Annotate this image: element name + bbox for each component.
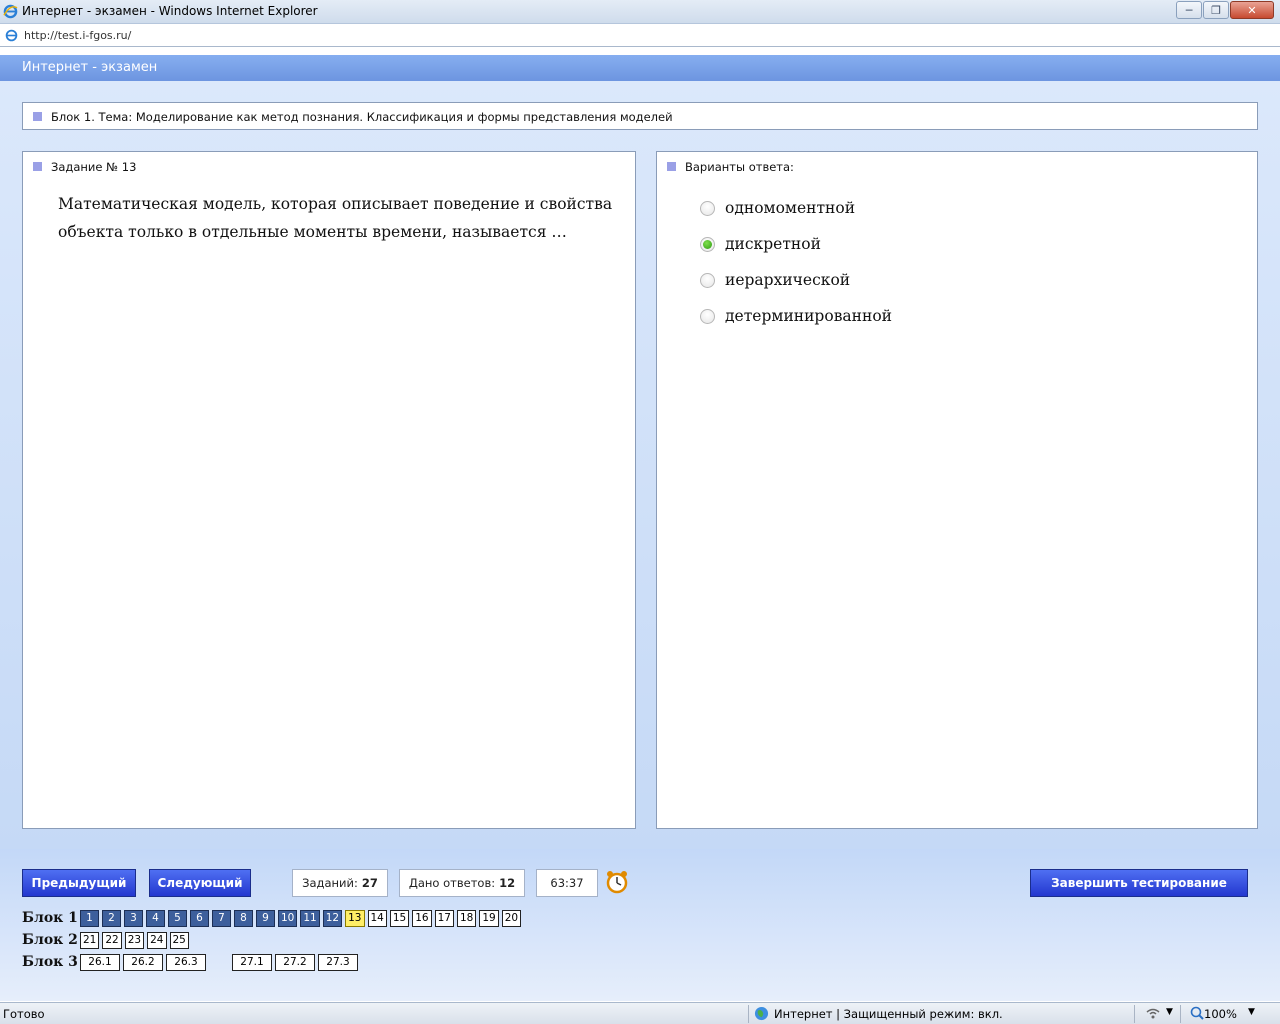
navigator-block-1: Блок 1 1 2 3 4 5 6 7 8 9 10 11 12 13 14 … — [22, 909, 524, 927]
task-cell[interactable]: 21 — [80, 931, 100, 949]
task-cell-current[interactable]: 13 — [345, 909, 365, 927]
block-header: Блок 1. Тема: Моделирование как метод по… — [22, 102, 1258, 130]
next-button[interactable]: Следующий — [149, 869, 251, 897]
question-text: Математическая модель, которая описывает… — [58, 195, 613, 241]
task-cell[interactable]: 26.2 — [123, 953, 163, 971]
bullet-icon — [667, 162, 676, 171]
restore-icon: ❐ — [1211, 3, 1221, 17]
answer-options: одномоментной дискретной иерархической д… — [700, 190, 892, 334]
answered-counter: Дано ответов: 12 — [399, 869, 525, 897]
close-icon: ✕ — [1247, 3, 1257, 17]
task-cell[interactable]: 10 — [278, 909, 298, 927]
answers-panel: Варианты ответа: одномоментной дискретно… — [656, 151, 1258, 829]
tasks-counter-value: 27 — [361, 876, 378, 890]
task-label: Задание № 13 — [51, 160, 137, 174]
chevron-down-icon[interactable]: ▼ — [1166, 1007, 1173, 1017]
task-cell[interactable]: 25 — [169, 931, 189, 949]
task-cell[interactable]: 27.2 — [275, 953, 315, 971]
task-cell[interactable]: 2 — [102, 909, 121, 927]
block-title: Блок 1. Тема: Моделирование как метод по… — [51, 110, 673, 124]
timer: 63:37 — [536, 869, 598, 897]
answer-option[interactable]: дискретной — [700, 226, 892, 262]
task-cell[interactable]: 18 — [457, 909, 477, 927]
task-cell[interactable]: 26.1 — [80, 953, 120, 971]
task-cell[interactable]: 22 — [102, 931, 122, 949]
task-cell[interactable]: 4 — [146, 909, 165, 927]
internet-explorer-icon — [3, 4, 18, 19]
globe-icon — [754, 1006, 769, 1021]
task-cell[interactable]: 3 — [124, 909, 143, 927]
task-cell[interactable]: 27.1 — [232, 953, 272, 971]
status-bar: Готово Интернет | Защищенный режим: вкл.… — [0, 1002, 1280, 1024]
radio-button[interactable] — [700, 308, 715, 324]
status-text: Готово — [3, 1007, 45, 1021]
tasks-counter: Заданий: 27 — [292, 869, 388, 897]
tasks-counter-label: Заданий: — [302, 876, 358, 890]
task-cell[interactable]: 7 — [212, 909, 231, 927]
zoom-level[interactable]: 100% — [1204, 1007, 1237, 1021]
navigator-block-2: Блок 2 21 22 23 24 25 — [22, 931, 192, 949]
status-divider — [1134, 1005, 1135, 1023]
status-divider — [1180, 1005, 1181, 1023]
block-label: Блок 1 — [22, 910, 78, 926]
page-header: Интернет - экзамен — [0, 55, 1280, 81]
window-controls: ─ ❐ ✕ — [1176, 1, 1274, 19]
window-titlebar: Интернет - экзамен - Windows Internet Ex… — [0, 0, 1280, 24]
previous-button[interactable]: Предыдущий — [22, 869, 136, 897]
answer-option-label[interactable]: иерархической — [725, 271, 850, 289]
task-cell[interactable]: 11 — [300, 909, 320, 927]
answered-counter-label: Дано ответов: — [408, 876, 496, 890]
minimize-button[interactable]: ─ — [1176, 1, 1202, 19]
protected-mode-icon[interactable] — [1144, 1006, 1162, 1021]
task-cell[interactable]: 24 — [147, 931, 167, 949]
task-panel: Задание № 13 Математическая модель, кото… — [22, 151, 636, 829]
window-title: Интернет - экзамен - Windows Internet Ex… — [22, 4, 318, 18]
answers-label: Варианты ответа: — [685, 160, 794, 174]
task-cell[interactable]: 26.3 — [166, 953, 206, 971]
page-title: Интернет - экзамен — [22, 60, 158, 75]
radio-button[interactable] — [700, 272, 715, 288]
navigator-block-3: Блок 3 26.1 26.2 26.3 27.1 27.2 27.3 — [22, 953, 361, 971]
task-cell[interactable]: 8 — [234, 909, 253, 927]
task-cell[interactable]: 20 — [501, 909, 522, 927]
task-cell[interactable]: 12 — [322, 909, 343, 927]
bullet-icon — [33, 112, 42, 121]
bullet-icon — [33, 162, 42, 171]
security-zone[interactable]: Интернет | Защищенный режим: вкл. — [774, 1007, 1003, 1021]
close-button[interactable]: ✕ — [1230, 1, 1274, 19]
address-bar[interactable]: http://test.i-fgos.ru/ — [0, 25, 1280, 47]
alarm-clock-icon — [606, 871, 628, 894]
answer-option[interactable]: иерархической — [700, 262, 892, 298]
zoom-icon[interactable] — [1190, 1006, 1204, 1020]
answer-option-label[interactable]: дискретной — [725, 235, 821, 253]
chevron-down-icon[interactable]: ▼ — [1248, 1007, 1255, 1017]
task-cell[interactable]: 19 — [479, 909, 499, 927]
answer-option-label[interactable]: одномоментной — [725, 199, 855, 217]
maximize-button[interactable]: ❐ — [1203, 1, 1229, 19]
block-label: Блок 2 — [22, 932, 78, 948]
task-cell[interactable]: 6 — [190, 909, 209, 927]
task-cell[interactable]: 9 — [256, 909, 275, 927]
task-cell[interactable]: 5 — [168, 909, 187, 927]
radio-button-selected[interactable] — [700, 236, 715, 252]
task-cell[interactable]: 16 — [412, 909, 432, 927]
status-divider — [748, 1005, 749, 1023]
radio-button[interactable] — [700, 200, 715, 216]
url-text[interactable]: http://test.i-fgos.ru/ — [24, 29, 131, 42]
answer-option-label[interactable]: детерминированной — [725, 307, 892, 325]
finish-test-button[interactable]: Завершить тестирование — [1030, 869, 1248, 897]
minimize-icon: ─ — [1185, 3, 1193, 17]
answer-option[interactable]: одномоментной — [700, 190, 892, 226]
answer-option[interactable]: детерминированной — [700, 298, 892, 334]
task-cell[interactable]: 14 — [367, 909, 387, 927]
task-cell[interactable]: 23 — [124, 931, 145, 949]
task-cell[interactable]: 15 — [389, 909, 410, 927]
block-label: Блок 3 — [22, 954, 78, 970]
page-icon — [5, 29, 18, 42]
answered-counter-value: 12 — [499, 876, 516, 890]
task-cell[interactable]: 1 — [80, 909, 99, 927]
task-cell[interactable]: 27.3 — [318, 953, 358, 971]
task-cell[interactable]: 17 — [434, 909, 454, 927]
